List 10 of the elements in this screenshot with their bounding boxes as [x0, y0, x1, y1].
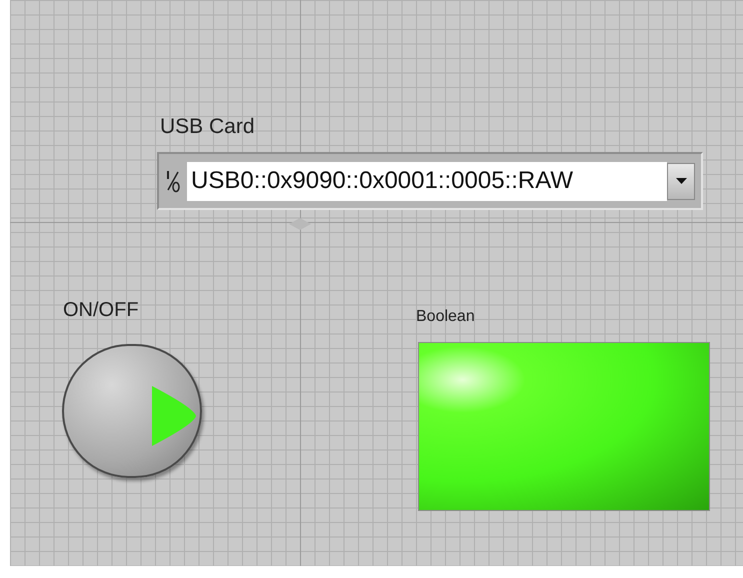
dropdown-button[interactable] [667, 162, 695, 200]
resource-dropdown[interactable]: USB0::0x9090::0x0001::0005::RAW [157, 152, 703, 210]
control-label: USB Card [160, 114, 255, 140]
indicator-label: Boolean [416, 307, 475, 327]
caret-icon [676, 178, 686, 184]
diamond-icon [289, 218, 311, 230]
control-label: ON/OFF [63, 298, 139, 323]
triangle-icon [150, 386, 198, 446]
io-icon [165, 168, 181, 194]
resource-value: USB0::0x9090::0x0001::0005::RAW [191, 166, 574, 196]
